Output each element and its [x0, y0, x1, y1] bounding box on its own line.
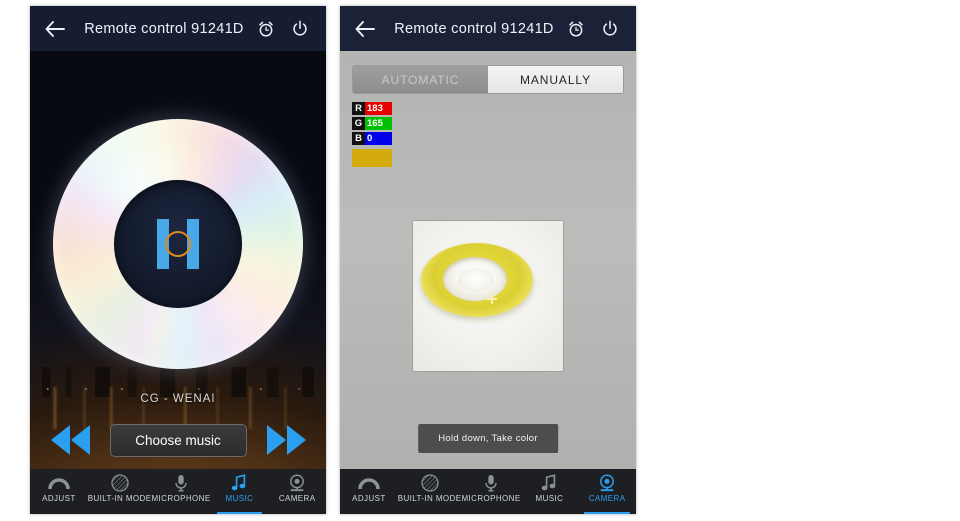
titlebar-right: Remote control 91241D [340, 6, 636, 51]
rgb-key-blue: B [352, 132, 365, 145]
background-city-lights [30, 385, 326, 393]
brand-logo-icon [157, 219, 199, 269]
rgb-row-blue: B 0 [352, 132, 392, 145]
rgb-key-green: G [352, 117, 365, 130]
nav-label-camera: CAMERA [278, 494, 316, 503]
logo-center-ring [165, 231, 191, 257]
nav-item-built-in-mode[interactable]: BUILT-IN MODE [398, 469, 462, 514]
arc-icon [48, 473, 70, 492]
alarm-clock-icon[interactable] [256, 19, 276, 39]
rgb-value-blue: 0 [365, 132, 392, 145]
selected-color-swatch [352, 149, 392, 167]
nav-item-music[interactable]: MUSIC [211, 469, 269, 514]
color-wheel-disc[interactable] [53, 119, 303, 369]
nav-label-music: MUSIC [225, 494, 254, 503]
nav-label-music: MUSIC [535, 494, 564, 503]
nav-item-camera[interactable]: CAMERA [578, 469, 636, 514]
forward-triangle-icon [266, 425, 286, 455]
forward-triangle-icon [286, 425, 306, 455]
bottom-nav-right: ADJUST BUILT-IN MODE MICROPHONE MUSIC CA… [340, 469, 636, 514]
nav-label-microphone: MICROPHONE [151, 494, 211, 503]
page-title: Remote control 91241D [394, 20, 554, 37]
camera-screen-body: AUTOMATIC MANUALLY R 183 G 165 B 0 Hold … [340, 51, 636, 469]
back-arrow-icon[interactable] [42, 16, 68, 42]
music-note-icon [231, 473, 247, 492]
photo-content [413, 221, 563, 371]
rgb-value-green: 165 [365, 117, 392, 130]
phone-screenshot-camera: Remote control 91241D AUTOMATIC MANUALLY… [340, 6, 636, 514]
titlebar-icons-left [256, 19, 314, 39]
nav-label-adjust: ADJUST [352, 494, 386, 503]
previous-track-button[interactable] [44, 425, 96, 455]
nav-item-microphone[interactable]: MICROPHONE [461, 469, 520, 514]
music-note-icon [541, 473, 557, 492]
back-arrow-icon[interactable] [352, 16, 378, 42]
nav-item-music[interactable]: MUSIC [521, 469, 579, 514]
tab-automatic[interactable]: AUTOMATIC [353, 66, 488, 93]
hatched-circle-icon [420, 473, 439, 492]
titlebar-icons-right [566, 19, 624, 39]
bottom-nav-left: ADJUST BUILT-IN MODE MICROPHONE MUSIC CA… [30, 469, 326, 514]
mode-tab-group: AUTOMATIC MANUALLY [352, 65, 624, 94]
phone-screenshot-music: Remote control 91241D CG - WENAI Choose … [30, 6, 326, 514]
transport-controls: Choose music [30, 419, 326, 461]
webcam-icon [288, 473, 306, 492]
power-icon[interactable] [600, 19, 620, 39]
camera-preview-photo[interactable] [413, 221, 563, 371]
disc-center-hub [114, 180, 242, 308]
music-screen-body: CG - WENAI Choose music ROCK DEFAULT JAZ… [30, 51, 326, 469]
tab-manually[interactable]: MANUALLY [488, 66, 623, 93]
rgb-row-green: G 165 [352, 117, 392, 130]
nav-label-adjust: ADJUST [42, 494, 76, 503]
next-track-button[interactable] [260, 425, 312, 455]
nav-label-built-in-mode: BUILT-IN MODE [87, 494, 152, 503]
rgb-key-red: R [352, 102, 365, 115]
hatched-circle-icon [110, 473, 129, 492]
rgb-readout: R 183 G 165 B 0 [352, 102, 392, 167]
page-title: Remote control 91241D [84, 20, 244, 37]
rgb-value-red: 183 [365, 102, 392, 115]
power-icon[interactable] [290, 19, 310, 39]
arc-icon [358, 473, 380, 492]
color-picker-crosshair-icon [486, 293, 497, 304]
webcam-icon [598, 473, 616, 492]
nav-label-built-in-mode: BUILT-IN MODE [397, 494, 462, 503]
choose-music-button[interactable]: Choose music [109, 423, 247, 457]
microphone-icon [484, 473, 498, 492]
microphone-icon [174, 473, 188, 492]
tape-roll-core [458, 268, 494, 292]
nav-item-camera[interactable]: CAMERA [268, 469, 326, 514]
rewind-triangle-icon [70, 425, 90, 455]
nav-item-built-in-mode[interactable]: BUILT-IN MODE [88, 469, 152, 514]
nav-label-camera: CAMERA [588, 494, 626, 503]
rgb-row-red: R 183 [352, 102, 392, 115]
nav-item-adjust[interactable]: ADJUST [30, 469, 88, 514]
alarm-clock-icon[interactable] [566, 19, 586, 39]
rewind-triangle-icon [50, 425, 70, 455]
nav-item-adjust[interactable]: ADJUST [340, 469, 398, 514]
take-color-button[interactable]: Hold down, Take color [418, 424, 558, 453]
nav-label-microphone: MICROPHONE [461, 494, 521, 503]
nav-item-microphone[interactable]: MICROPHONE [151, 469, 210, 514]
titlebar-left: Remote control 91241D [30, 6, 326, 51]
track-title: CG - WENAI [140, 393, 216, 405]
